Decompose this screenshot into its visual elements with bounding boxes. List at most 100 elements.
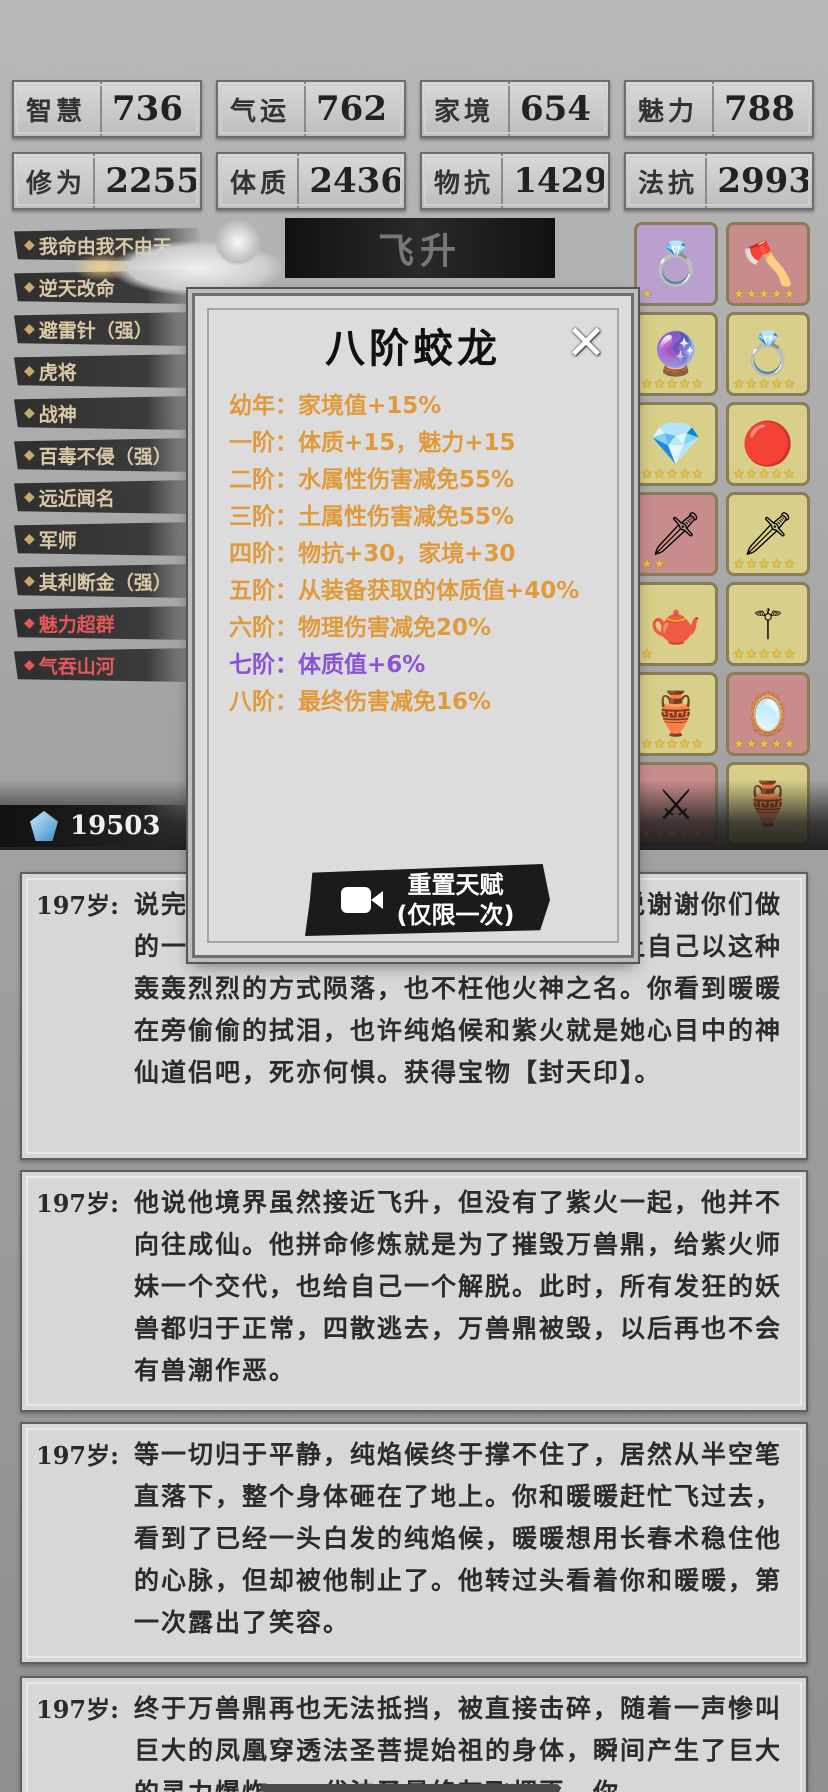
- stat-charm: 魅力 788: [624, 80, 814, 138]
- talent-item[interactable]: ◆ 远近闻名: [14, 480, 204, 514]
- item-slot[interactable]: 🫖 ★: [634, 582, 718, 666]
- reset-talent-button[interactable]: 重置天赋 (仅限一次): [305, 864, 550, 936]
- stat-label: 气运: [230, 96, 291, 127]
- star-rating: ★★: [641, 557, 667, 572]
- video-camera-icon: [340, 885, 383, 915]
- entry-age: 197岁:: [36, 891, 119, 920]
- log-entry: 197岁: 他说他境界虽然接近飞升，但没有了紫火一起，他并不向往成仙。他拼命修炼…: [20, 1170, 808, 1412]
- stat-label: 物抗: [434, 168, 495, 199]
- stat-label: 体质: [230, 168, 291, 199]
- talent-item[interactable]: ◆ 军师: [14, 522, 204, 556]
- stat-value: 762: [304, 82, 404, 136]
- crystal-gem-icon: [30, 811, 58, 841]
- level-entry: 八阶：最终伤害减免16%: [229, 689, 492, 715]
- star-rating: ★★★★★: [733, 287, 797, 302]
- item-slot[interactable]: 🪓 ★★★★★: [726, 222, 810, 306]
- star-rating: ★★★★★: [641, 737, 705, 752]
- stat-constitution: 体质 2436: [216, 152, 406, 210]
- talent-item[interactable]: ◆ 虎将: [14, 354, 204, 388]
- teapot-icon: 🫖: [649, 599, 703, 648]
- item-slot[interactable]: 🏺★★★★★: [634, 672, 718, 756]
- diamond-icon: ◆: [24, 363, 35, 379]
- talent-label: 魅力超群: [38, 613, 115, 636]
- axe-icon: 🪓: [741, 239, 795, 288]
- stat-label: 智慧: [26, 96, 87, 127]
- talent-label: 气吞山河: [38, 655, 115, 678]
- diamond-icon: ◆: [24, 657, 35, 673]
- ring-icon: 💍: [649, 239, 703, 288]
- staff-icon: ⚚: [749, 599, 787, 649]
- item-slot[interactable]: 🪞 ★★★★★: [726, 672, 810, 756]
- orb-icon: 🔮: [649, 329, 703, 378]
- stat-wisdom: 智慧 736: [12, 80, 202, 138]
- item-slot[interactable]: 🔮 ★★★★★: [634, 312, 718, 396]
- diamond-icon: ◆: [24, 531, 35, 547]
- stat-value: 2993: [705, 154, 812, 208]
- stat-label: 魅力: [638, 96, 699, 127]
- home-indicator: [260, 1784, 560, 1792]
- spirit-stone-counter: 19503: [0, 805, 200, 847]
- item-slot[interactable]: ⚚ ★★★★★: [726, 582, 810, 666]
- crystal-icon: 💎: [649, 419, 703, 468]
- star-rating: ★: [641, 647, 654, 662]
- star-rating: ★★★★★: [641, 377, 705, 392]
- talent-label: 远近闻名: [38, 487, 115, 510]
- stat-value: 654: [508, 82, 608, 136]
- spirit-stone-value: 19503: [70, 811, 161, 841]
- stat-value: 2255: [93, 154, 200, 208]
- entry-age: 197岁:: [36, 1695, 119, 1724]
- reset-label-main: 重置天赋: [407, 871, 504, 899]
- diamond-icon: ◆: [24, 447, 35, 463]
- mirror-icon: 🪞: [741, 689, 795, 738]
- stat-value: 788: [712, 82, 812, 136]
- item-slot[interactable]: 💎 ★★★★★: [634, 402, 718, 486]
- stat-cultivation: 修为 2255: [12, 152, 202, 210]
- level-entry: 七阶：体质值+6%: [229, 652, 426, 678]
- ruby-ring-icon: 💍: [741, 329, 795, 378]
- talent-item[interactable]: ◆ 其利断金（强）: [14, 564, 204, 598]
- item-slot[interactable]: 💍 ★★★★★: [726, 312, 810, 396]
- star-rating: ★★★★★: [733, 647, 797, 662]
- reset-label: 重置天赋 (仅限一次): [397, 870, 515, 930]
- diamond-icon: ◆: [24, 489, 35, 505]
- ascension-banner: 飞升: [285, 218, 555, 278]
- item-slot[interactable]: 🗡 ★★★★★: [726, 492, 810, 576]
- item-slot[interactable]: 🔴 ★★★★★: [726, 402, 810, 486]
- diamond-icon: ◆: [24, 615, 35, 631]
- talent-label: 百毒不侵（强）: [38, 445, 172, 468]
- stat-value: 2436: [297, 154, 404, 208]
- pet-detail-dialog: 八阶蛟龙 ✕ 幼年：家境值+15% 一阶：体质+15，魅力+15 二阶：水属性伤…: [192, 293, 634, 958]
- diamond-icon: ◆: [24, 321, 35, 337]
- stat-magic-resist: 法抗 2993: [624, 152, 814, 210]
- stat-label: 家境: [434, 96, 495, 127]
- level-entry: 三阶：土属性伤害减免55%: [229, 504, 515, 530]
- talent-item[interactable]: ◆ 气吞山河: [14, 648, 204, 682]
- diamond-icon: ◆: [24, 573, 35, 589]
- star-rating: ★: [641, 287, 654, 302]
- log-entry: 197岁: 终于万兽鼎再也无法抵挡，被直接击碎，随着一声惨叫巨大的凤凰穿透法圣菩…: [20, 1676, 808, 1792]
- star-rating: ★★★★★: [733, 467, 797, 482]
- bowl-icon: 🏺: [649, 689, 703, 738]
- level-list: 幼年：家境值+15% 一阶：体质+15，魅力+15 二阶：水属性伤害减免55% …: [229, 388, 603, 721]
- star-rating: ★★★★★: [733, 377, 797, 392]
- talent-item[interactable]: ◆ 百毒不侵（强）: [14, 438, 204, 472]
- talent-item[interactable]: ◆ 战神: [14, 396, 204, 430]
- close-icon[interactable]: ✕: [561, 315, 611, 371]
- talent-label: 避雷针（强）: [38, 319, 153, 342]
- talent-item[interactable]: ◆ 魅力超群: [14, 606, 204, 640]
- fire-orb-icon: 🔴: [741, 419, 795, 468]
- level-entry: 六阶：物理伤害减免20%: [229, 615, 492, 641]
- item-slot[interactable]: 💍 ★: [634, 222, 718, 306]
- stat-family: 家境 654: [420, 80, 610, 138]
- log-entry: 197岁: 等一切归于平静，纯焰候终于撑不住了，居然从半空笔直落下，整个身体砸在…: [20, 1422, 808, 1664]
- stat-value: 736: [100, 82, 200, 136]
- stat-label: 修为: [26, 168, 87, 199]
- level-entry: 五阶：从装备获取的体质值+40%: [229, 578, 580, 604]
- sword-icon: 🗡: [649, 509, 703, 558]
- diamond-icon: ◆: [24, 237, 35, 253]
- entry-text: 他说他境界虽然接近飞升，但没有了紫火一起，他并不向往成仙。他拼命修炼就是为了摧毁…: [134, 1188, 783, 1385]
- talent-label: 战神: [38, 403, 77, 426]
- entry-text: 等一切归于平静，纯焰候终于撑不住了，居然从半空笔直落下，整个身体砸在了地上。你和…: [134, 1440, 783, 1637]
- stat-luck: 气运 762: [216, 80, 406, 138]
- item-slot[interactable]: 🗡 ★★: [634, 492, 718, 576]
